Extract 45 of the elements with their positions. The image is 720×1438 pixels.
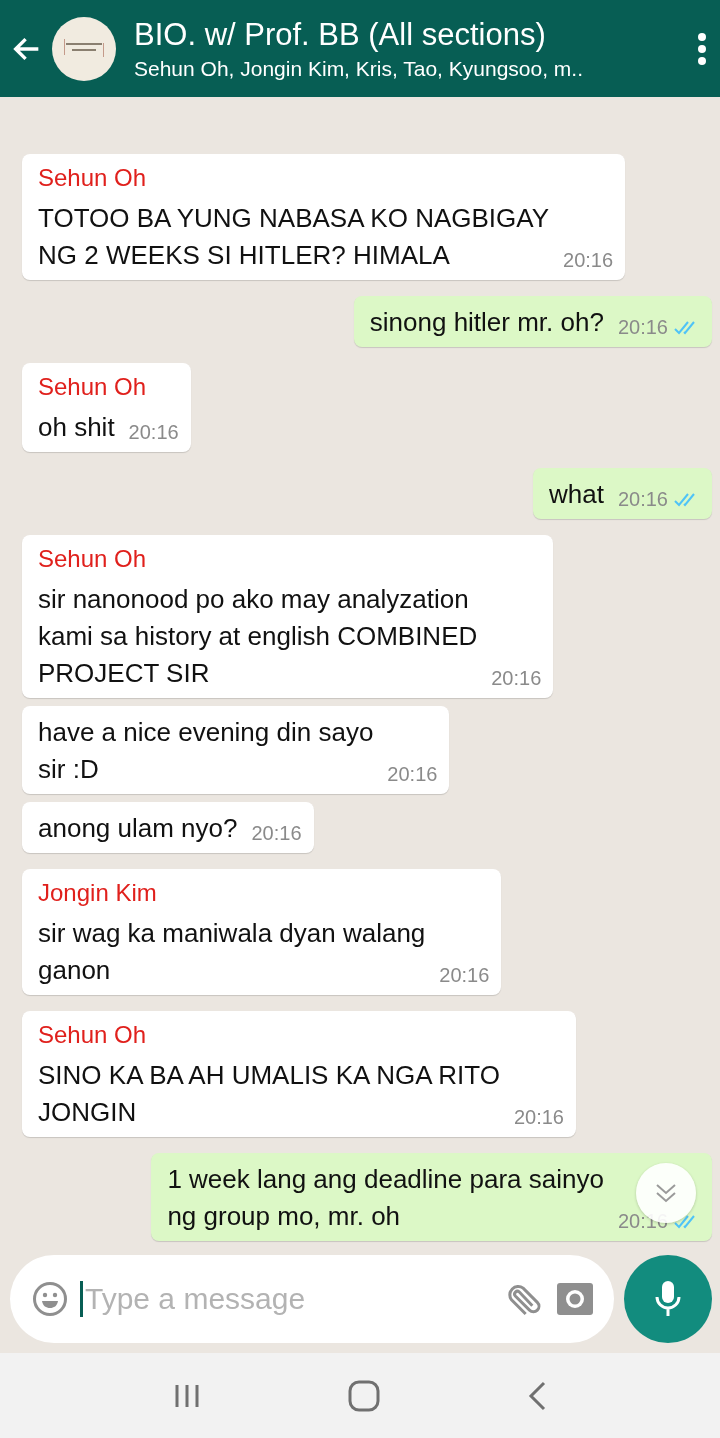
message-time: 20:16 [491, 667, 542, 690]
received-message-bubble[interactable]: have a nice evening din sayo sir :D 20:16 [22, 706, 450, 794]
sender-name: Sehun Oh [38, 1021, 148, 1049]
message-text: what [549, 478, 604, 511]
more-options-icon[interactable] [696, 31, 708, 66]
message-time: 20:16 [617, 1210, 668, 1233]
message-text: anong ulam nyo? [38, 812, 238, 845]
received-message-bubble[interactable]: Jongin Kim sir wag ka maniwala dyan walang ganon 20:16 [22, 869, 502, 995]
received-message-bubble[interactable]: Sehun Oh sir nanonood po ako may analyzation kami sa history at english COMBINED PROJECT SIR 20:16 [22, 535, 554, 698]
message-text: have a nice evening din sayo sir :D [38, 716, 374, 786]
received-message-bubble[interactable]: anong ulam nyo? 20:16 [22, 802, 314, 853]
message-text: sinong hitler mr. oh? [369, 306, 604, 339]
message-text: SINO KA BA AH UMALIS KA NGA RITO JONGIN [38, 1059, 500, 1129]
message-text: sir wag ka maniwala dyan walang ganon [38, 917, 426, 987]
camera-icon[interactable] [556, 1280, 594, 1318]
message-time: 20:16 [513, 1106, 564, 1129]
received-message-bubble[interactable]: Sehun Oh TOTOO BA YUNG NABASA KO NAGBIGAY NG 2 WEEKS SI HITLER? HIMALA 20:16 [22, 154, 626, 280]
message-text: 1 week lang ang deadline para sainyo ng group mo, mr. oh [167, 1163, 604, 1233]
sent-message-bubble[interactable]: sinong hitler mr. oh? 20:16 [353, 296, 712, 347]
home-icon[interactable] [348, 1379, 380, 1412]
sender-name: Sehun Oh [38, 164, 148, 192]
message-time: 20:16 [251, 822, 302, 845]
sender-name: Sehun Oh [38, 545, 148, 573]
message-time: 20:16 [439, 964, 490, 987]
message-text: oh shit [38, 411, 115, 444]
microphone-icon [653, 1279, 683, 1319]
group-members[interactable]: Sehun Oh, Jongin Kim, Kris, Tao, Kyungsoo, m.. [134, 56, 688, 81]
message-input-field[interactable]: Type a message [80, 1281, 492, 1317]
emoji-icon[interactable] [32, 1281, 68, 1317]
group-title[interactable]: BIO. w/ Prof. BB (All sections) [134, 16, 688, 53]
message-time: 20:16 [128, 421, 179, 444]
sender-name: Sehun Oh [38, 373, 148, 401]
message-text: TOTOO BA YUNG NABASA KO NAGBIGAY NG 2 WEEKS SI HITLER? HIMALA [38, 202, 549, 272]
message-time: 20:16 [617, 316, 668, 339]
message-text: sir nanonood po ako may analyzation kami sa history at english COMBINED PROJECT SIR [38, 583, 478, 690]
received-message-bubble[interactable]: Sehun Oh oh shit 20:16 [22, 363, 191, 452]
received-message-bubble[interactable]: Sehun Oh SINO KA BA AH UMALIS KA NGA RITO JONGIN 20:16 [22, 1011, 576, 1137]
message-time: 20:16 [387, 763, 438, 786]
sent-message-bubble[interactable]: what 20:16 [533, 468, 712, 519]
message-time: 20:16 [563, 249, 614, 272]
sender-name: Jongin Kim [38, 879, 158, 907]
message-time: 20:16 [617, 488, 668, 511]
sent-message-bubble[interactable]: 1 week lang ang deadline para sainyo ng group mo, mr. oh 20:16 [151, 1153, 712, 1241]
message-field[interactable]: Type a message [10, 1255, 614, 1343]
back-icon[interactable] [526, 1380, 547, 1411]
